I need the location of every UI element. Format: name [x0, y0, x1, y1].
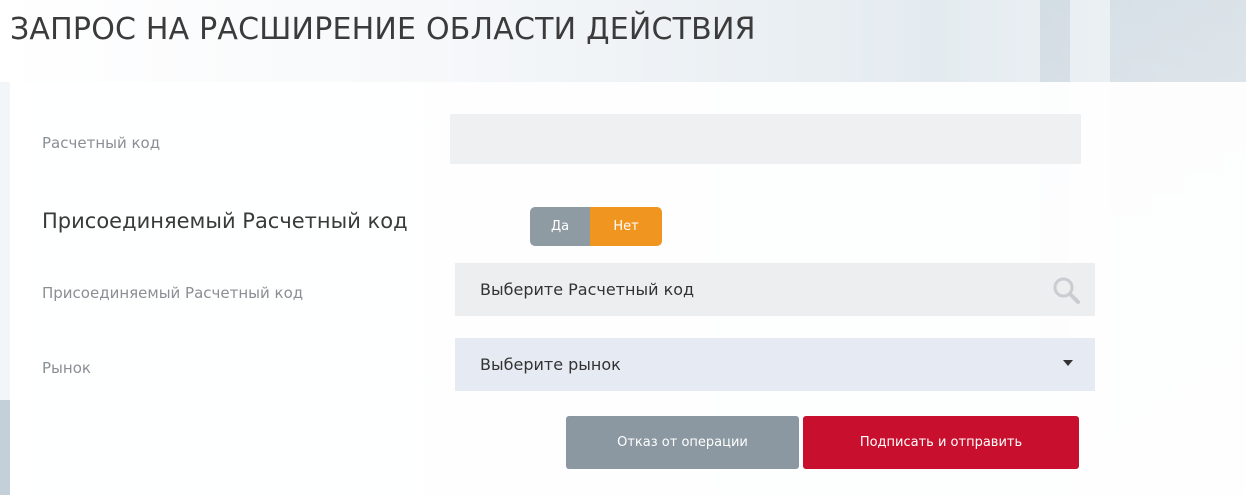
attached-code-placeholder: Выберите Расчетный код [480, 280, 695, 299]
market-select[interactable]: Выберите рынок [455, 338, 1095, 391]
attached-code-label: Присоединяемый Расчетный код [42, 284, 304, 302]
market-placeholder: Выберите рынок [480, 355, 621, 374]
toggle-yes-option[interactable]: Да [530, 207, 590, 246]
attached-code-toggle[interactable]: Да Нет [530, 207, 662, 246]
attached-code-select[interactable]: Выберите Расчетный код [455, 263, 1095, 316]
settlement-code-label: Расчетный код [42, 134, 161, 152]
attached-code-heading: Присоединяемый Расчетный код [42, 209, 408, 233]
cancel-operation-button[interactable]: Отказ от операции [566, 416, 799, 469]
market-label: Рынок [42, 359, 91, 377]
page-title: ЗАПРОС НА РАСШИРЕНИЕ ОБЛАСТИ ДЕЙСТВИЯ [10, 12, 756, 47]
sign-and-send-button[interactable]: Подписать и отправить [803, 416, 1079, 469]
form-panel: Расчетный код Присоединяемый Расчетный к… [10, 82, 1246, 495]
settlement-code-field[interactable] [450, 114, 1081, 164]
background-building [0, 400, 10, 495]
toggle-no-option[interactable]: Нет [590, 207, 662, 246]
caret-down-icon [1063, 360, 1073, 366]
search-icon[interactable] [1051, 275, 1081, 305]
